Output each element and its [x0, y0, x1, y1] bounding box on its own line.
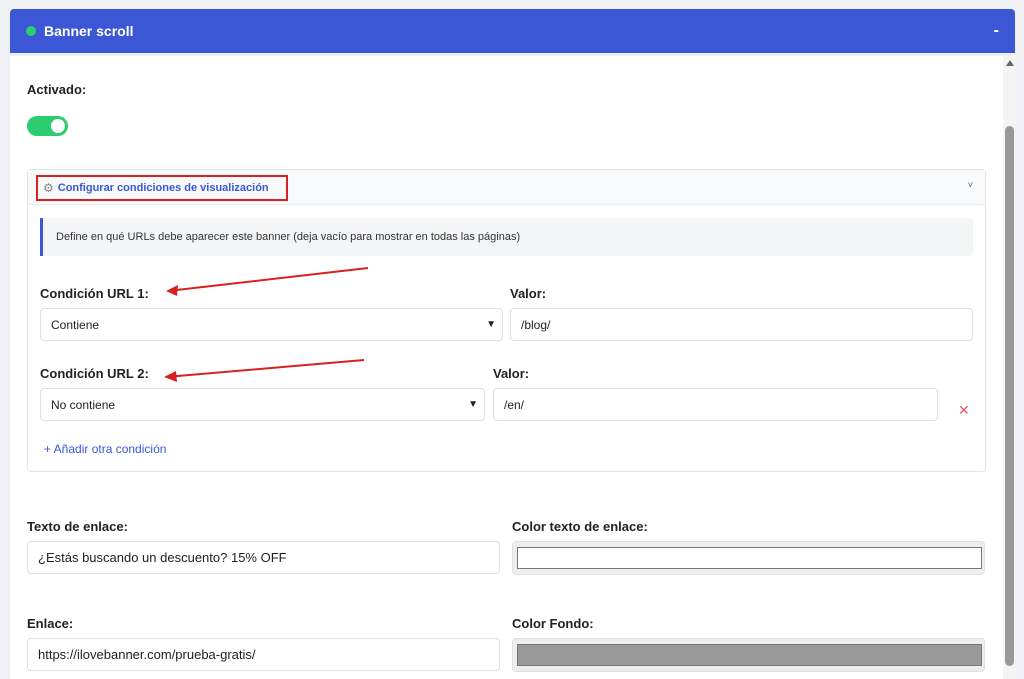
chevron-down-icon: ▼ — [486, 319, 496, 330]
scroll-up-icon[interactable] — [1006, 60, 1014, 66]
add-condition-link[interactable]: + Añadir otra condición — [44, 442, 166, 456]
panel-title: Banner scroll — [44, 23, 134, 39]
scroll-thumb[interactable] — [1005, 126, 1014, 666]
toggle-knob — [51, 119, 65, 133]
chevron-down-icon: ▼ — [468, 399, 478, 410]
conditions-section: ⚙ Configurar condiciones de visualizació… — [27, 169, 986, 472]
condition-2-select[interactable]: No contiene ▼ — [40, 388, 485, 421]
link-text-color-label: Color texto de enlace: — [512, 519, 648, 534]
scrollbar[interactable] — [1003, 56, 1016, 679]
link-text-value: ¿Estás buscando un descuento? 15% OFF — [38, 550, 287, 565]
bg-color-label: Color Fondo: — [512, 616, 594, 631]
condition-1-label: Condición URL 1: — [40, 286, 149, 301]
link-input[interactable]: https://ilovebanner.com/prueba-gratis/ — [27, 638, 500, 671]
conditions-header[interactable]: ⚙ Configurar condiciones de visualizació… — [28, 170, 985, 205]
condition-2-label: Condición URL 2: — [40, 366, 149, 381]
activated-toggle[interactable] — [27, 116, 68, 136]
settings-panel: Activado: ⚙ Configurar condiciones de vi… — [10, 56, 1003, 679]
link-text-color-swatch — [517, 547, 982, 569]
conditions-title: Configurar condiciones de visualización — [57, 182, 269, 194]
link-text-label: Texto de enlace: — [27, 519, 128, 534]
gear-icon: ⚙ — [43, 181, 54, 195]
conditions-toggle-link[interactable]: ⚙ Configurar condiciones de visualizació… — [36, 175, 288, 201]
condition-1-select[interactable]: Contiene ▼ — [40, 308, 503, 341]
link-value: https://ilovebanner.com/prueba-gratis/ — [38, 647, 256, 662]
value-1-input[interactable]: /blog/ — [510, 308, 973, 341]
conditions-info: Define en qué URLs debe aparecer este ba… — [40, 218, 973, 256]
bg-color-picker[interactable] — [512, 638, 985, 672]
status-dot-icon — [26, 26, 36, 36]
link-text-color-picker[interactable] — [512, 541, 985, 575]
value-2-text: /en/ — [504, 397, 525, 412]
link-text-input[interactable]: ¿Estás buscando un descuento? 15% OFF — [27, 541, 500, 574]
collapse-button[interactable]: - — [994, 22, 999, 40]
condition-2-selected: No contiene — [51, 397, 116, 412]
bg-color-swatch — [517, 644, 982, 666]
link-label: Enlace: — [27, 616, 74, 631]
chevron-icon[interactable]: ˅ — [968, 180, 973, 190]
value-2-label: Valor: — [493, 366, 530, 381]
activated-label: Activado: — [27, 82, 87, 97]
value-1-text: /blog/ — [521, 317, 551, 332]
condition-1-selected: Contiene — [51, 317, 100, 332]
remove-condition-icon[interactable]: ✕ — [958, 402, 970, 419]
panel-header[interactable]: Banner scroll - — [10, 9, 1015, 53]
value-2-input[interactable]: /en/ — [493, 388, 938, 421]
value-1-label: Valor: — [510, 286, 547, 301]
